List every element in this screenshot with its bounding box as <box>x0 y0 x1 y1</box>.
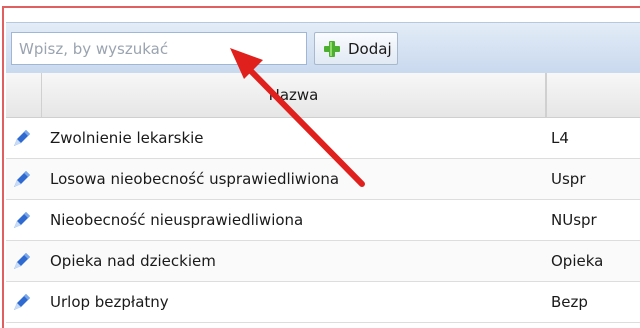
add-button-label: Dodaj <box>348 39 392 58</box>
row-code: Bezp <box>551 293 588 311</box>
column-header-name[interactable]: Nazwa <box>42 73 546 117</box>
table-body: Zwolnienie lekarskie L4 Losowa nieobecno… <box>6 118 640 323</box>
table-row[interactable]: Losowa nieobecność usprawiedliwiona Uspr <box>6 159 640 200</box>
table-row[interactable]: Nieobecność nieusprawiedliwiona NUspr <box>6 200 640 241</box>
table-row[interactable]: Zwolnienie lekarskie L4 <box>6 118 640 159</box>
row-name: Nieobecność nieusprawiedliwiona <box>50 211 304 229</box>
add-button[interactable]: Dodaj <box>314 32 398 65</box>
table-header: Nazwa <box>6 73 640 118</box>
row-code: L4 <box>551 129 569 147</box>
search-input[interactable] <box>11 32 307 65</box>
row-name: Opieka nad dzieckiem <box>50 252 216 270</box>
pencil-edit-icon[interactable] <box>10 169 32 191</box>
table-row[interactable]: Opieka nad dzieckiem Opieka <box>6 241 640 282</box>
row-name: Losowa nieobecność usprawiedliwiona <box>50 170 340 188</box>
column-header-icon <box>6 73 42 117</box>
pencil-edit-icon[interactable] <box>10 210 32 232</box>
table-row[interactable]: Urlop bezpłatny Bezp <box>6 282 640 323</box>
row-name: Urlop bezpłatny <box>50 293 169 311</box>
row-code: Opieka <box>551 252 604 270</box>
plus-icon <box>324 40 340 57</box>
row-code: NUspr <box>551 211 597 229</box>
pencil-edit-icon[interactable] <box>10 292 32 314</box>
row-name: Zwolnienie lekarskie <box>50 129 204 147</box>
column-header-code[interactable] <box>546 73 640 117</box>
pencil-edit-icon[interactable] <box>10 251 32 273</box>
row-code: Uspr <box>551 170 586 188</box>
pencil-edit-icon[interactable] <box>10 128 32 150</box>
